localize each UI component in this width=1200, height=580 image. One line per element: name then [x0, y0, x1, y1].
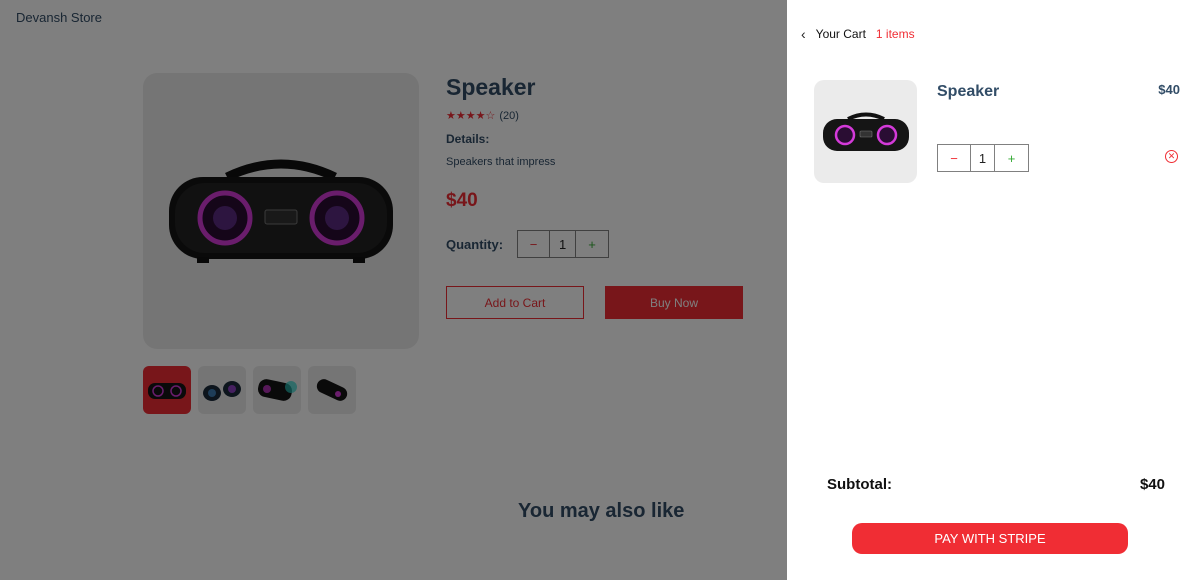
cart-heading: Your Cart: [815, 27, 866, 41]
cart-item-price: $40: [1158, 82, 1180, 97]
cart-item-name: Speaker: [937, 83, 1000, 100]
pay-with-stripe-button[interactable]: PAY WITH STRIPE: [852, 523, 1128, 554]
speaker-image: [822, 112, 909, 151]
subtotal-value: $40: [1139, 476, 1165, 493]
cart-item-count: 1 items: [875, 27, 915, 41]
cart-panel: ‹ Your Cart 1 items Speaker $40 − 1 + ✕ …: [787, 0, 1200, 580]
cart-quantity-value: 1: [971, 145, 995, 171]
cart-increase-quantity-button[interactable]: +: [995, 145, 1028, 171]
cart-heading-button[interactable]: ‹ Your Cart 1 items: [801, 26, 915, 42]
cart-item-image: [814, 80, 917, 183]
cart-backdrop-overlay[interactable]: [0, 0, 787, 580]
subtotal-label: Subtotal:: [827, 476, 892, 493]
chevron-left-icon[interactable]: ‹: [801, 26, 806, 42]
cart-quantity-stepper: − 1 +: [937, 144, 1029, 172]
remove-item-icon[interactable]: ✕: [1165, 150, 1178, 163]
cart-decrease-quantity-button[interactable]: −: [938, 145, 971, 171]
